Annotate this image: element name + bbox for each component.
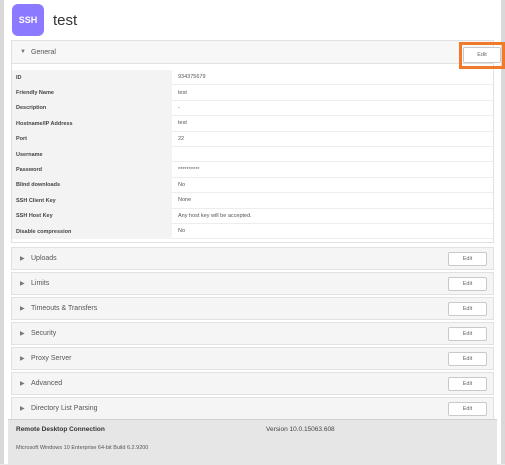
section-header[interactable]: ▶ Limits Edit — [11, 272, 494, 296]
section-panel: ▶ Proxy Server Edit — [11, 347, 494, 371]
section-header[interactable]: ▶ Uploads Edit — [11, 247, 494, 271]
section-label: Advanced — [31, 380, 63, 388]
section-label: Uploads — [31, 255, 57, 263]
section-header[interactable]: ▶ Security Edit — [11, 322, 494, 346]
section-panel: ▶ Directory List Parsing Edit — [11, 397, 494, 421]
section-panel: ▶ Limits Edit — [11, 272, 494, 296]
table-row: Hostname/IP Address test — [12, 116, 493, 132]
section-panel: ▶ Uploads Edit — [11, 247, 494, 271]
table-row: ID 934375679 — [12, 70, 493, 86]
edit-button[interactable]: Edit — [448, 276, 487, 291]
general-panel: ▼ General ID 934375679 Friendly Name test De… — [11, 40, 494, 244]
table-row: Disable compression No — [12, 223, 493, 240]
caret-right-icon: ▶ — [20, 381, 25, 388]
table-row: Port 22 — [12, 131, 493, 147]
field-value: test — [172, 85, 493, 101]
field-label: Disable compression — [12, 223, 172, 240]
ssh-badge-icon: SSH — [12, 4, 44, 36]
caret-right-icon: ▶ — [20, 256, 25, 263]
footer-version: Version 10.0.15063.608 — [266, 426, 335, 433]
section-header-general[interactable]: ▼ General — [11, 40, 494, 64]
field-value: 22 — [172, 132, 493, 147]
edit-button[interactable]: Edit — [448, 251, 487, 266]
table-row: Password ********** — [12, 162, 493, 178]
field-value — [172, 147, 493, 163]
header: SSH test — [4, 0, 501, 40]
table-row: Friendly Name test — [12, 85, 493, 101]
field-label: Username — [12, 146, 172, 163]
field-label: Password — [12, 162, 172, 178]
section-header[interactable]: ▶ Directory List Parsing Edit — [11, 397, 494, 421]
footer-os: Microsoft Windows 10 Enterprise 64-bit B… — [16, 445, 149, 451]
edit-button[interactable]: Edit — [448, 351, 487, 366]
section-label: General — [31, 48, 56, 56]
caret-right-icon: ▶ — [20, 356, 25, 363]
field-value: No — [172, 224, 493, 240]
caret-right-icon: ▶ — [20, 306, 25, 313]
field-label: Port — [12, 131, 172, 147]
section-panel: ▶ Security Edit — [11, 322, 494, 346]
field-value: No — [172, 178, 493, 194]
caret-right-icon: ▶ — [20, 281, 25, 288]
section-label: Timeouts & Transfers — [31, 305, 98, 313]
field-value: 934375679 — [172, 70, 493, 86]
field-label: Hostname/IP Address — [12, 116, 172, 132]
section-panel: ▶ Timeouts & Transfers Edit — [11, 297, 494, 321]
field-value: None — [172, 193, 493, 209]
section-header[interactable]: ▶ Advanced Edit — [11, 372, 494, 396]
field-label: SSH Host Key — [12, 208, 172, 224]
table-row: Blind downloads No — [12, 177, 493, 194]
section-label: Proxy Server — [31, 355, 72, 363]
section-label: Limits — [31, 280, 50, 288]
field-label: ID — [12, 70, 172, 86]
general-details-table: ID 934375679 Friendly Name test Description -… — [11, 64, 494, 244]
field-value: Any host key will be accepted. — [172, 209, 493, 224]
status-footer: Remote Desktop Connection Version 10.0.1… — [8, 419, 497, 465]
edit-button[interactable]: Edit — [448, 401, 487, 416]
edit-button[interactable]: Edit — [448, 326, 487, 341]
caret-down-icon: ▼ — [20, 49, 26, 55]
edit-button[interactable]: Edit — [448, 376, 487, 391]
caret-right-icon: ▶ — [20, 406, 25, 413]
edit-button-general[interactable]: Edit — [463, 47, 501, 63]
field-label: Description — [12, 100, 172, 117]
field-label: Friendly Name — [12, 85, 172, 101]
field-value: test — [172, 116, 493, 132]
table-row: Description - — [12, 100, 493, 117]
caret-right-icon: ▶ — [20, 331, 25, 338]
table-row: Username — [12, 146, 493, 163]
field-label: SSH Client Key — [12, 193, 172, 209]
section-label: Security — [31, 330, 57, 338]
window: SSH test ▼ General ID 934375679 Friendly N… — [0, 0, 505, 465]
edit-button[interactable]: Edit — [448, 301, 487, 316]
page-title: test — [53, 11, 78, 29]
table-row: SSH Client Key None — [12, 193, 493, 209]
field-label: Blind downloads — [12, 177, 172, 194]
footer-title: Remote Desktop Connection — [16, 426, 105, 433]
section-header[interactable]: ▶ Timeouts & Transfers Edit — [11, 297, 494, 321]
section-panel: ▶ Advanced Edit — [11, 372, 494, 396]
field-value: ********** — [172, 162, 493, 178]
section-header[interactable]: ▶ Proxy Server Edit — [11, 347, 494, 371]
field-value: - — [172, 101, 493, 117]
table-row: SSH Host Key Any host key will be accepte… — [12, 208, 493, 224]
section-label: Directory List Parsing — [31, 405, 98, 413]
